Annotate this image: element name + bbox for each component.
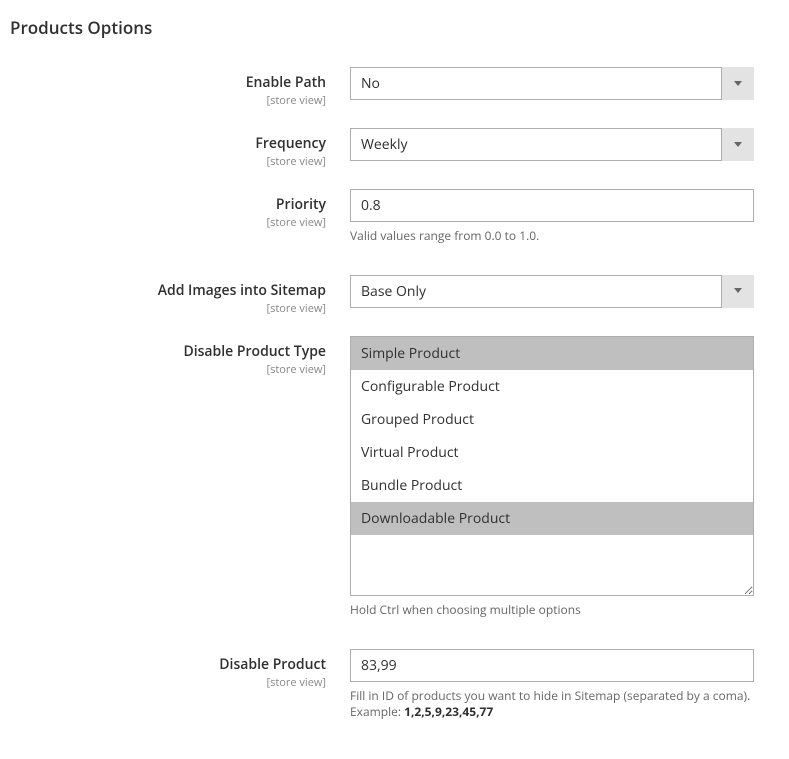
multiselect-option[interactable]: Grouped Product <box>351 403 753 436</box>
frequency-select-wrap: Weekly <box>350 128 754 161</box>
field-row-disable-product: Disable Product [store view] Fill in ID … <box>10 649 779 722</box>
disable-product-type-multiselect[interactable]: Simple ProductConfigurable ProductGroupe… <box>350 336 754 596</box>
scope-hint: [store view] <box>10 675 326 690</box>
field-row-add-images: Add Images into Sitemap [store view] Bas… <box>10 275 779 316</box>
multiselect-option[interactable]: Bundle Product <box>351 469 753 502</box>
add-images-select[interactable]: Base Only <box>350 275 754 308</box>
field-label-col: Frequency [store view] <box>10 128 350 169</box>
disable-product-hint-example: 1,2,5,9,23,45,77 <box>404 703 493 720</box>
field-label-col: Disable Product Type [store view] <box>10 336 350 377</box>
disable-product-label: Disable Product <box>10 655 326 674</box>
scope-hint: [store view] <box>10 215 326 230</box>
frequency-label: Frequency <box>10 134 326 153</box>
field-label-col: Disable Product [store view] <box>10 649 350 690</box>
field-control-col: No <box>350 67 754 100</box>
enable-path-label: Enable Path <box>10 73 326 92</box>
disable-product-input[interactable] <box>350 649 754 682</box>
field-label-col: Priority [store view] <box>10 189 350 230</box>
scope-hint: [store view] <box>10 301 326 316</box>
field-row-priority: Priority [store view] Valid values range… <box>10 189 779 245</box>
add-images-select-wrap: Base Only <box>350 275 754 308</box>
multiselect-option[interactable]: Configurable Product <box>351 370 753 403</box>
scope-hint: [store view] <box>10 362 326 377</box>
priority-label: Priority <box>10 195 326 214</box>
field-row-enable-path: Enable Path [store view] No <box>10 67 779 108</box>
field-label-col: Add Images into Sitemap [store view] <box>10 275 350 316</box>
field-control-col: Simple ProductConfigurable ProductGroupe… <box>350 336 754 619</box>
multiselect-option[interactable]: Downloadable Product <box>351 502 753 535</box>
section-title: Products Options <box>10 16 779 39</box>
field-row-disable-product-type: Disable Product Type [store view] Simple… <box>10 336 779 619</box>
field-label-col: Enable Path [store view] <box>10 67 350 108</box>
field-control-col: Weekly <box>350 128 754 161</box>
disable-product-type-label: Disable Product Type <box>10 342 326 361</box>
multiselect-option[interactable]: Simple Product <box>351 337 753 370</box>
multiselect-option[interactable]: Virtual Product <box>351 436 753 469</box>
enable-path-select[interactable]: No <box>350 67 754 100</box>
disable-product-type-hint: Hold Ctrl when choosing multiple options <box>350 602 754 619</box>
disable-product-hint: Fill in ID of products you want to hide … <box>350 688 754 722</box>
add-images-label: Add Images into Sitemap <box>10 281 326 300</box>
frequency-select[interactable]: Weekly <box>350 128 754 161</box>
field-control-col: Base Only <box>350 275 754 308</box>
priority-input[interactable] <box>350 189 754 222</box>
scope-hint: [store view] <box>10 93 326 108</box>
field-control-col: Fill in ID of products you want to hide … <box>350 649 754 722</box>
field-row-frequency: Frequency [store view] Weekly <box>10 128 779 169</box>
scope-hint: [store view] <box>10 154 326 169</box>
field-control-col: Valid values range from 0.0 to 1.0. <box>350 189 754 245</box>
priority-hint: Valid values range from 0.0 to 1.0. <box>350 228 754 245</box>
enable-path-select-wrap: No <box>350 67 754 100</box>
